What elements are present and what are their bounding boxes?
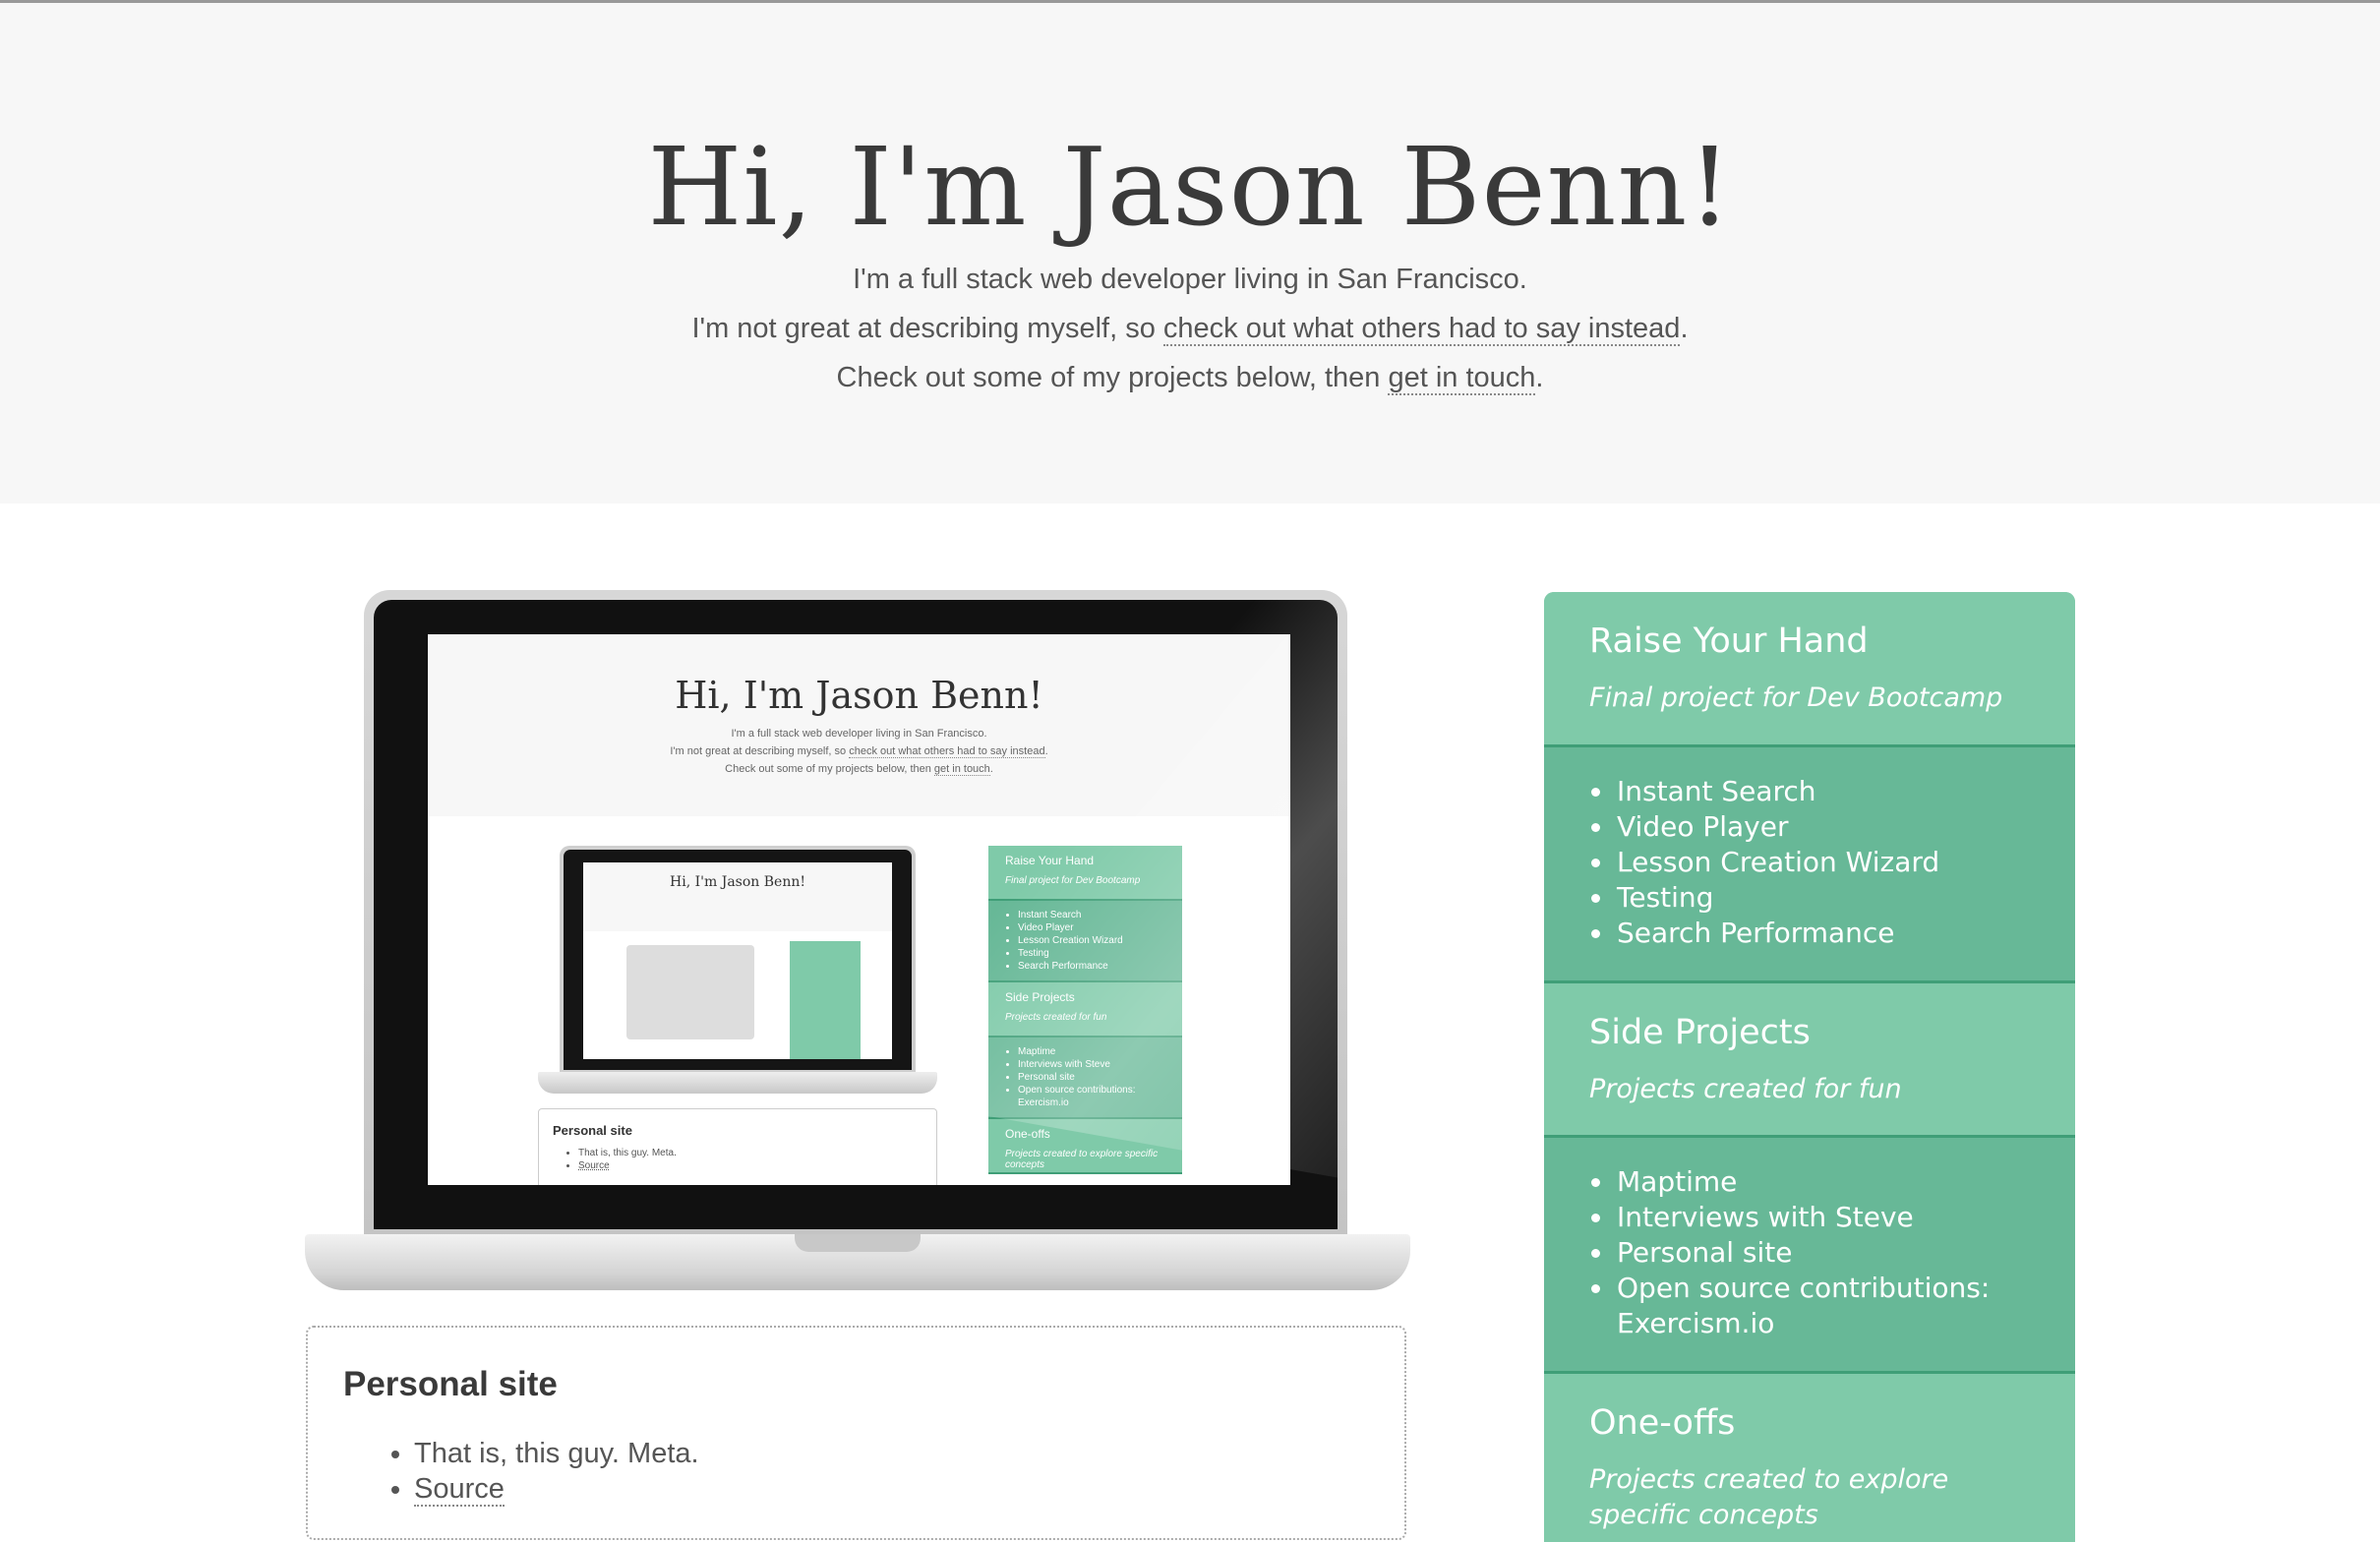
screenshot-side-sub: Projects created to explore specific con… — [1005, 1149, 1159, 1170]
intro-line-3-prefix: Check out some of my projects below, the… — [836, 362, 1389, 393]
screenshot-line-3-suffix: . — [989, 763, 993, 775]
screenshot-intro: I'm a full stack web developer living in… — [428, 725, 1290, 778]
screenshot-line-2: I'm not great at describing myself, so c… — [428, 742, 1290, 760]
project-card-item: Source — [414, 1471, 699, 1507]
nested-laptop-thumb — [626, 945, 754, 1039]
nested-laptop-lid: Hi, I'm Jason Benn! — [560, 846, 916, 1074]
screenshot-line-3-prefix: Check out some of my projects below, the… — [725, 763, 934, 775]
section-title: Side Projects — [1589, 1013, 1811, 1052]
intro-line-3: Check out some of my projects below, the… — [0, 353, 2380, 402]
screenshot-line-1: I'm a full stack web developer living in… — [731, 728, 987, 740]
screenshot-project-card: Personal site That is, this guy. Meta. S… — [538, 1108, 937, 1185]
screenshot-side-head: Side Projects Projects created for fun — [988, 982, 1182, 1038]
screenshot-nested-laptop: Hi, I'm Jason Benn! — [538, 846, 937, 1097]
sidebar-item-lesson-creation-wizard[interactable]: Lesson Creation Wizard — [1615, 845, 2075, 880]
screenshot-title: Hi, I'm Jason Benn! — [675, 674, 1043, 717]
screenshot-hero: Hi, I'm Jason Benn! I'm a full stack web… — [428, 634, 1290, 816]
sidebar-item-open-source[interactable]: Open source contributions: — [1615, 1271, 2075, 1306]
intro-line-3-suffix: . — [1535, 362, 1544, 393]
screenshot-side-title: One-offs — [1005, 1127, 1050, 1141]
sidebar-item-interviews-with-steve[interactable]: Interviews with Steve — [1615, 1200, 2075, 1235]
nested-laptop-base — [538, 1072, 937, 1094]
screenshot-sidebar: Raise Your Hand Final project for Dev Boo… — [988, 846, 1182, 1185]
sidebar-item-instant-search[interactable]: Instant Search — [1615, 774, 2075, 809]
screenshot-side-item: Testing — [1018, 947, 1165, 960]
laptop-notch — [795, 1234, 921, 1252]
screenshot-side-head: Raise Your Hand Final project for Dev Boo… — [988, 846, 1182, 901]
sidebar-list-raise-your-hand: Instant Search Video Player Lesson Creat… — [1544, 747, 2075, 983]
sidebar-list-side-projects: Maptime Interviews with Steve Personal s… — [1544, 1138, 2075, 1374]
testimonials-link[interactable]: check out what others had to say instead — [1162, 313, 1681, 346]
screenshot-side-title: Side Projects — [1005, 990, 1075, 1004]
screenshot-card-item: That is, this guy. Meta. — [578, 1147, 677, 1159]
laptop-screen: Hi, I'm Jason Benn! I'm a full stack web… — [428, 634, 1290, 1185]
projects-sidebar: Raise Your Hand Final project for Dev Bo… — [1544, 592, 2075, 1542]
screenshot-card-title: Personal site — [553, 1123, 632, 1138]
section-subtitle: Projects created to explore specific con… — [1589, 1464, 1949, 1530]
screenshot-card-list: That is, this guy. Meta. Source — [578, 1147, 677, 1172]
screenshot-side-item: Video Player — [1018, 921, 1165, 934]
screenshot-side-item: Maptime — [1018, 1045, 1165, 1058]
project-card-list: That is, this guy. Meta. Source — [414, 1436, 699, 1507]
intro-line-1: I'm a full stack web developer living in… — [853, 264, 1527, 295]
nested-title: Hi, I'm Jason Benn! — [583, 862, 892, 931]
intro-line-2-prefix: I'm not great at describing myself, so — [691, 313, 1163, 344]
nested-laptop-bezel: Hi, I'm Jason Benn! — [564, 850, 912, 1070]
laptop-bezel: Hi, I'm Jason Benn! I'm a full stack web… — [374, 600, 1338, 1229]
project-card-personal-site: Personal site That is, this guy. Meta. S… — [306, 1326, 1406, 1540]
screenshot-side-head: One-offs Projects created to explore spec… — [988, 1119, 1182, 1174]
sidebar-section-one-offs[interactable]: One-offs Projects created to explore spe… — [1544, 1374, 2075, 1542]
section-title: Raise Your Hand — [1589, 622, 1869, 661]
screenshot-line-3: Check out some of my projects below, the… — [428, 760, 1290, 778]
sidebar-item-testing[interactable]: Testing — [1615, 880, 2075, 916]
section-title: One-offs — [1589, 1403, 1736, 1443]
screenshot-side-sub: Projects created for fun — [1005, 1012, 1107, 1023]
project-card-title: Personal site — [343, 1365, 558, 1403]
screenshot-side-item: Personal site — [1018, 1071, 1165, 1084]
nested-laptop-screen: Hi, I'm Jason Benn! — [583, 862, 892, 1059]
page-title: Hi, I'm Jason Benn! — [647, 124, 1733, 250]
screenshot-side-item: Exercism.io — [1018, 1097, 1069, 1108]
section-subtitle: Final project for Dev Bootcamp — [1589, 682, 2003, 713]
hero-intro: I'm a full stack web developer living in… — [0, 255, 2380, 402]
source-link[interactable]: Source — [414, 1473, 505, 1507]
intro-line-2-suffix: . — [1680, 313, 1689, 344]
sidebar-item-exercism[interactable]: Exercism.io — [1615, 1306, 2075, 1341]
screenshot-side-list: Instant Search Video Player Lesson Creat… — [988, 901, 1182, 982]
screenshot-line-2-suffix: . — [1044, 745, 1048, 757]
screenshot-side-item: Open source contributions: — [1018, 1084, 1165, 1097]
sidebar-section-raise-your-hand[interactable]: Raise Your Hand Final project for Dev Bo… — [1544, 592, 2075, 747]
screenshot-line-2-prefix: I'm not great at describing myself, so — [670, 745, 850, 757]
hero-section: Hi, I'm Jason Benn! I'm a full stack web… — [0, 3, 2380, 504]
screenshot-line-3-link: get in touch — [933, 763, 990, 776]
screenshot-side-title: Raise Your Hand — [1005, 854, 1095, 867]
sidebar-item-search-performance[interactable]: Search Performance — [1615, 916, 2075, 951]
intro-line-2: I'm not great at describing myself, so c… — [0, 304, 2380, 353]
project-card-item: That is, this guy. Meta. — [414, 1436, 699, 1471]
screenshot-side-list: Maptime Interviews with Steve Personal s… — [988, 1038, 1182, 1119]
screenshot-side-item: Lesson Creation Wizard — [1018, 934, 1165, 947]
screenshot-line-2-link: check out what others had to say instead — [849, 745, 1045, 758]
sidebar-item-video-player[interactable]: Video Player — [1615, 809, 2075, 845]
nested-sidebar-thumb — [790, 941, 861, 1059]
screenshot-side-item: Instant Search — [1018, 909, 1165, 921]
screenshot-card-item: Source — [578, 1159, 677, 1172]
sidebar-item-personal-site[interactable]: Personal site — [1615, 1235, 2075, 1271]
screenshot-side-sub: Final project for Dev Bootcamp — [1005, 875, 1141, 886]
sidebar-section-side-projects[interactable]: Side Projects Projects created for fun — [1544, 983, 2075, 1138]
sidebar-item-maptime[interactable]: Maptime — [1615, 1164, 2075, 1200]
project-screenshot-laptop: Hi, I'm Jason Benn! I'm a full stack web… — [305, 590, 1410, 1290]
laptop-lid: Hi, I'm Jason Benn! I'm a full stack web… — [364, 590, 1347, 1239]
screenshot-side-item: Search Performance — [1018, 960, 1165, 973]
contact-link[interactable]: get in touch — [1388, 362, 1536, 395]
section-subtitle: Projects created for fun — [1589, 1074, 1902, 1104]
screenshot-side-item: Interviews with Steve — [1018, 1058, 1165, 1071]
